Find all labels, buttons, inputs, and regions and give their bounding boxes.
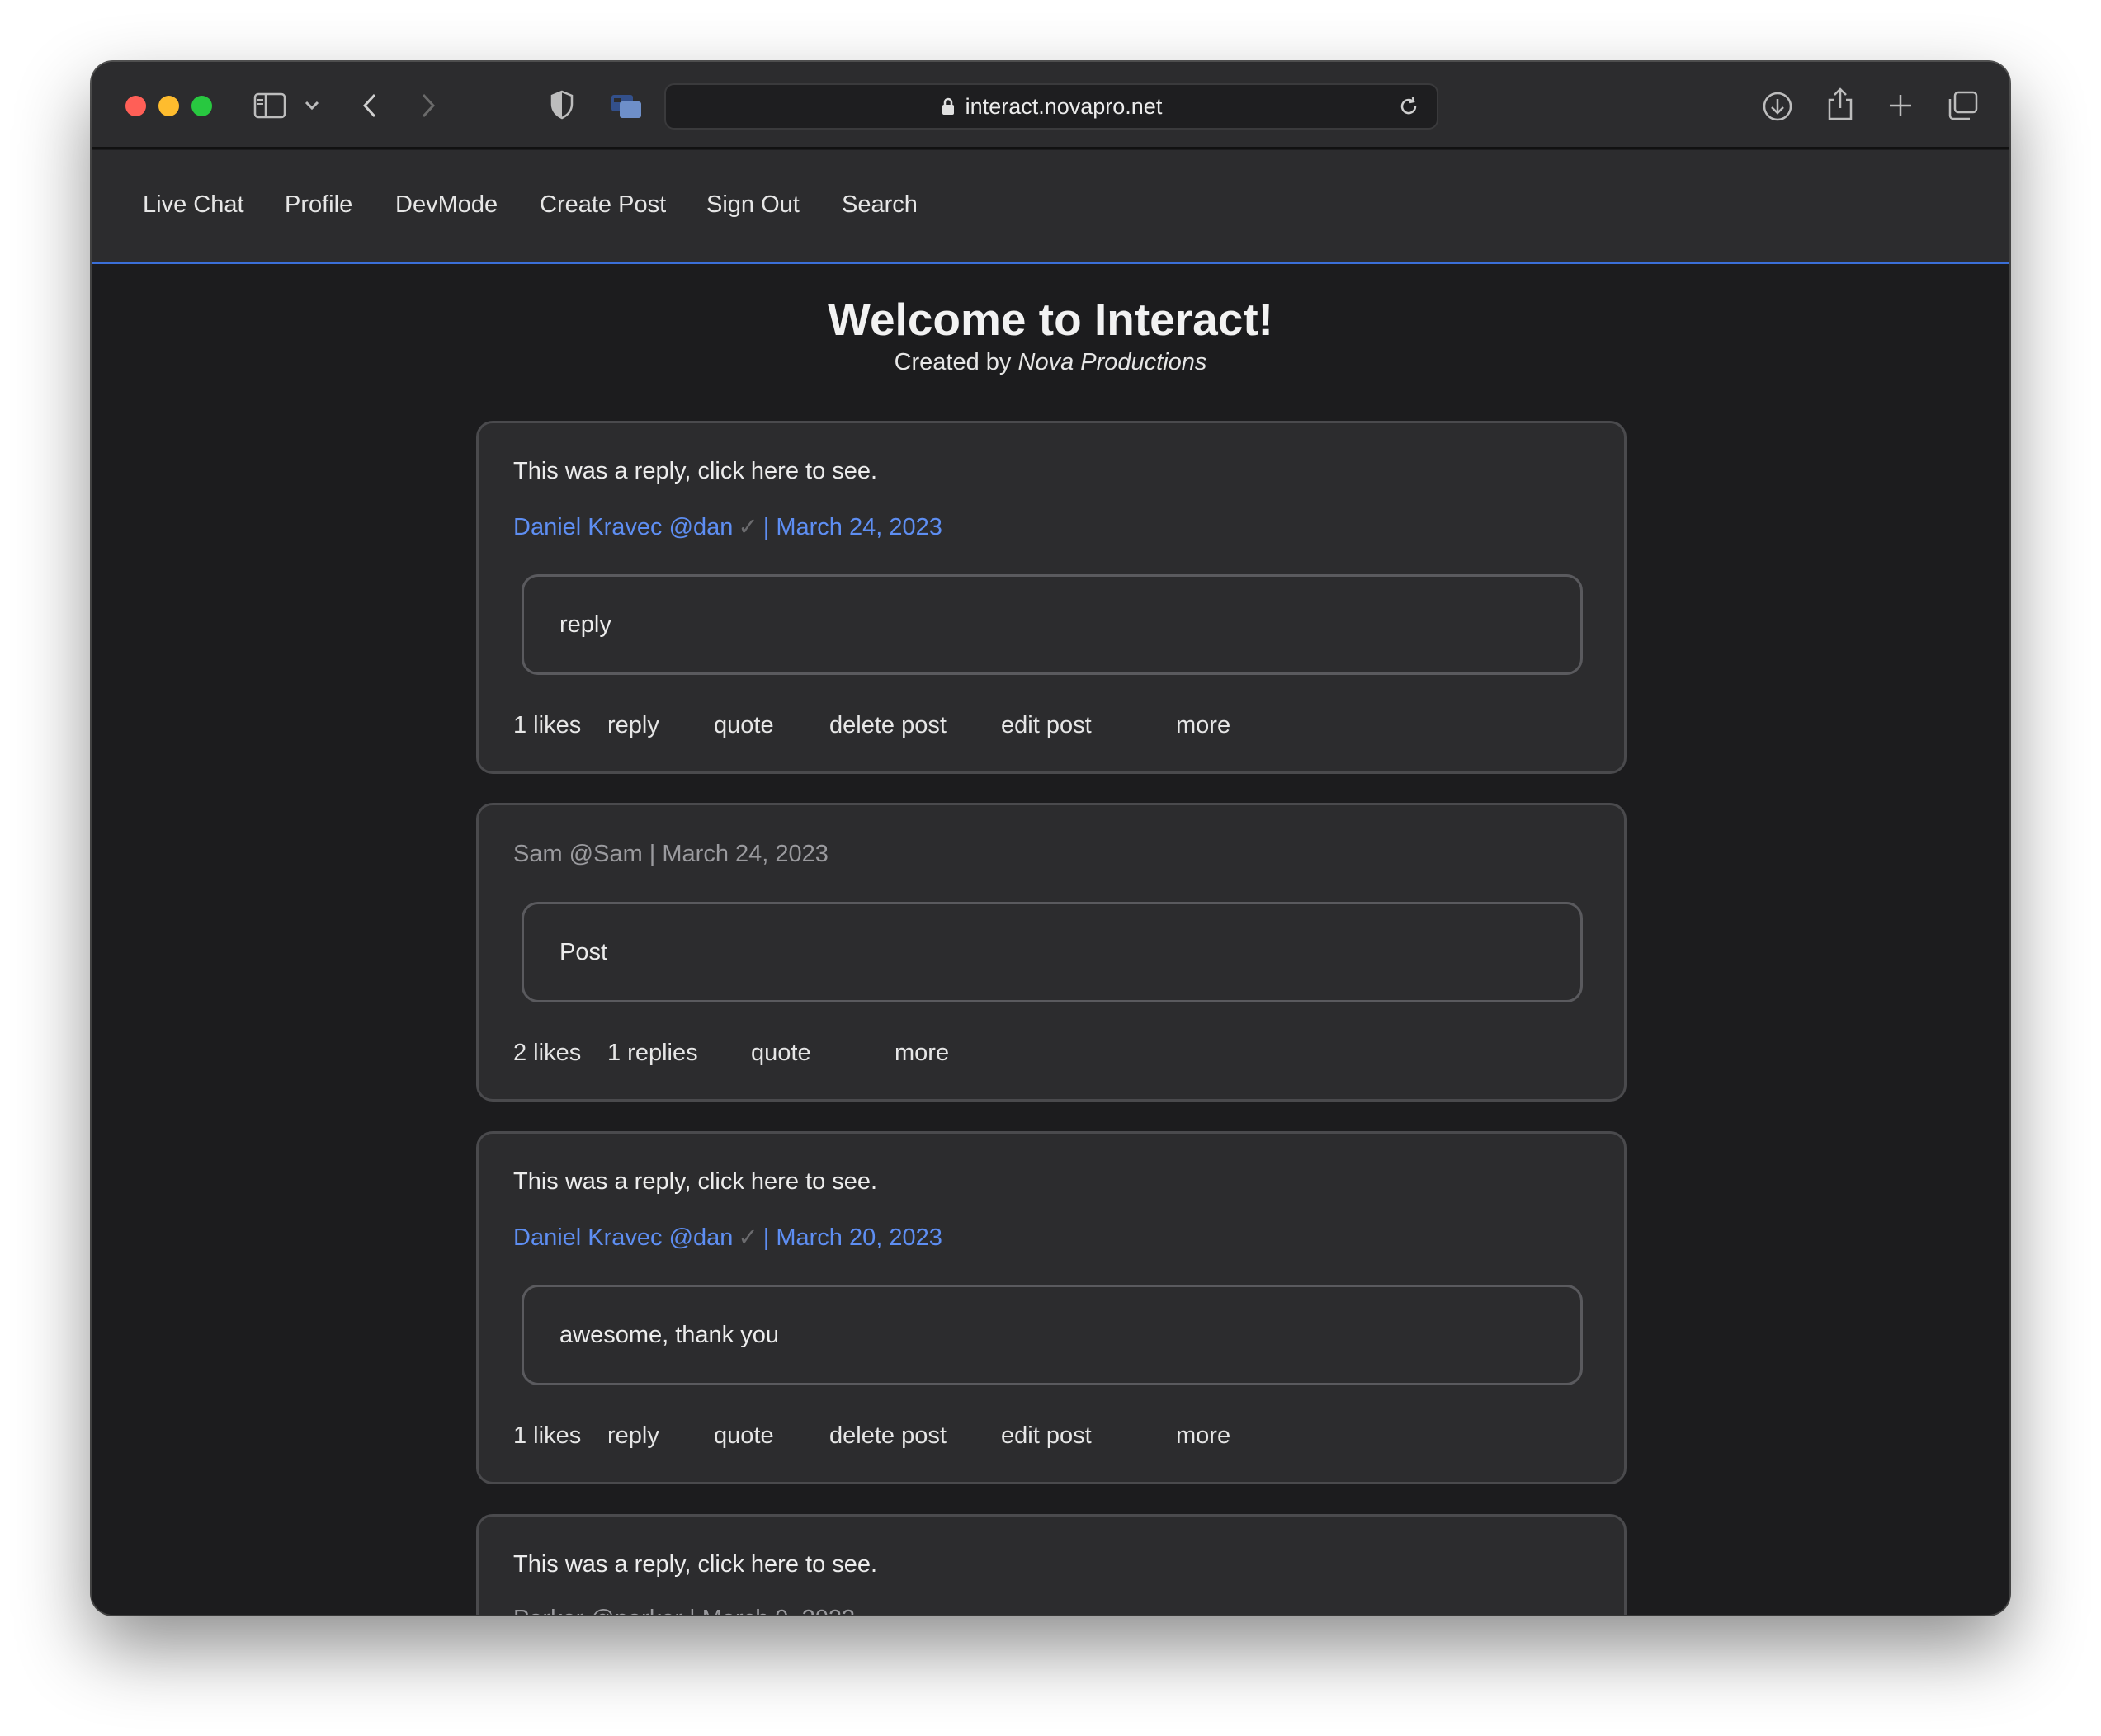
nav-live-chat[interactable]: Live Chat xyxy=(143,191,244,219)
likes-button[interactable]: 2 likes xyxy=(513,1040,581,1067)
address-bar[interactable]: interact.novapro.net xyxy=(664,83,1438,130)
reply-link[interactable]: This was a reply, click here to see. xyxy=(513,458,877,485)
nav-create-post[interactable]: Create Post xyxy=(540,191,666,219)
nav-devmode[interactable]: DevMode xyxy=(395,191,498,219)
share-icon[interactable] xyxy=(1824,85,1857,123)
post-meta[interactable]: Parker @parker | March 9, 2023 xyxy=(513,1606,855,1615)
post-meta[interactable]: Daniel Kravec @dan ✓ | March 24, 2023 xyxy=(513,512,942,541)
post-author[interactable]: Daniel Kravec @dan xyxy=(513,514,733,540)
post-body: Post xyxy=(522,902,1583,1002)
quote-button[interactable]: quote xyxy=(714,712,774,739)
post-meta[interactable]: Daniel Kravec @dan ✓ | March 20, 2023 xyxy=(513,1223,942,1252)
post-body: awesome, thank you xyxy=(522,1285,1583,1385)
url-text: interact.novapro.net xyxy=(965,93,1163,119)
page-subtitle: Created by Nova Productions xyxy=(92,349,2009,376)
tab-group-icon[interactable] xyxy=(609,90,644,121)
delete-post-button[interactable]: delete post xyxy=(829,1422,947,1450)
tab-overview-icon[interactable] xyxy=(1945,89,1980,122)
post-author[interactable]: Daniel Kravec @dan xyxy=(513,1224,733,1251)
post-card: Sam @Sam | March 24, 2023 Post 2 likes 1… xyxy=(476,803,1627,1102)
quote-button[interactable]: quote xyxy=(751,1040,811,1067)
close-window-button[interactable] xyxy=(125,96,146,116)
browser-toolbar: interact.novapro.net xyxy=(92,62,2009,149)
nav-sign-out[interactable]: Sign Out xyxy=(706,191,800,219)
quote-button[interactable]: quote xyxy=(714,1422,774,1450)
post-meta[interactable]: Sam @Sam | March 24, 2023 xyxy=(513,841,829,868)
post-card: This was a reply, click here to see. Dan… xyxy=(476,421,1627,774)
subtitle-prefix: Created by xyxy=(894,349,1012,375)
forward-icon[interactable] xyxy=(414,89,442,122)
more-button[interactable]: more xyxy=(1176,712,1230,739)
page-title: Welcome to Interact! xyxy=(828,294,1273,345)
edit-post-button[interactable]: edit post xyxy=(1001,1422,1092,1450)
likes-button[interactable]: 1 likes xyxy=(513,712,581,739)
sidebar-toggle-icon[interactable] xyxy=(253,89,287,122)
post-card: This was a reply, click here to see. Par… xyxy=(476,1514,1627,1615)
reply-button[interactable]: reply xyxy=(607,1422,659,1450)
replies-button[interactable]: 1 replies xyxy=(607,1040,698,1067)
edit-post-button[interactable]: edit post xyxy=(1001,712,1092,739)
verified-check-icon: ✓ xyxy=(738,514,758,540)
zoom-window-button[interactable] xyxy=(191,96,212,116)
likes-button[interactable]: 1 likes xyxy=(513,1422,581,1450)
subtitle-author: Nova Productions xyxy=(1017,349,1207,375)
more-button[interactable]: more xyxy=(1176,1422,1230,1450)
chevron-down-icon[interactable] xyxy=(303,95,321,116)
reply-link[interactable]: This was a reply, click here to see. xyxy=(513,1551,877,1578)
downloads-icon[interactable] xyxy=(1761,90,1794,123)
post-date: | March 20, 2023 xyxy=(762,1224,942,1251)
minimize-window-button[interactable] xyxy=(158,96,179,116)
more-button[interactable]: more xyxy=(895,1040,949,1067)
post-card: This was a reply, click here to see. Dan… xyxy=(476,1131,1627,1484)
post-date: | March 24, 2023 xyxy=(762,514,942,540)
browser-window: interact.novapro.net Live Chat Profile D… xyxy=(92,62,2009,1615)
delete-post-button[interactable]: delete post xyxy=(829,712,947,739)
lock-icon xyxy=(941,97,956,116)
post-body: reply xyxy=(522,574,1583,675)
verified-check-icon: ✓ xyxy=(738,1224,758,1251)
site-navbar: Live Chat Profile DevMode Create Post Si… xyxy=(92,150,2009,264)
new-tab-icon[interactable] xyxy=(1886,91,1915,120)
reply-link[interactable]: This was a reply, click here to see. xyxy=(513,1168,877,1196)
nav-search[interactable]: Search xyxy=(842,191,918,219)
feed-content: Welcome to Interact! Created by Nova Pro… xyxy=(92,267,2009,1615)
privacy-shield-icon[interactable] xyxy=(548,88,576,121)
back-icon[interactable] xyxy=(356,89,384,122)
reply-button[interactable]: reply xyxy=(607,712,659,739)
nav-profile[interactable]: Profile xyxy=(285,191,352,219)
reload-icon[interactable] xyxy=(1397,95,1420,124)
